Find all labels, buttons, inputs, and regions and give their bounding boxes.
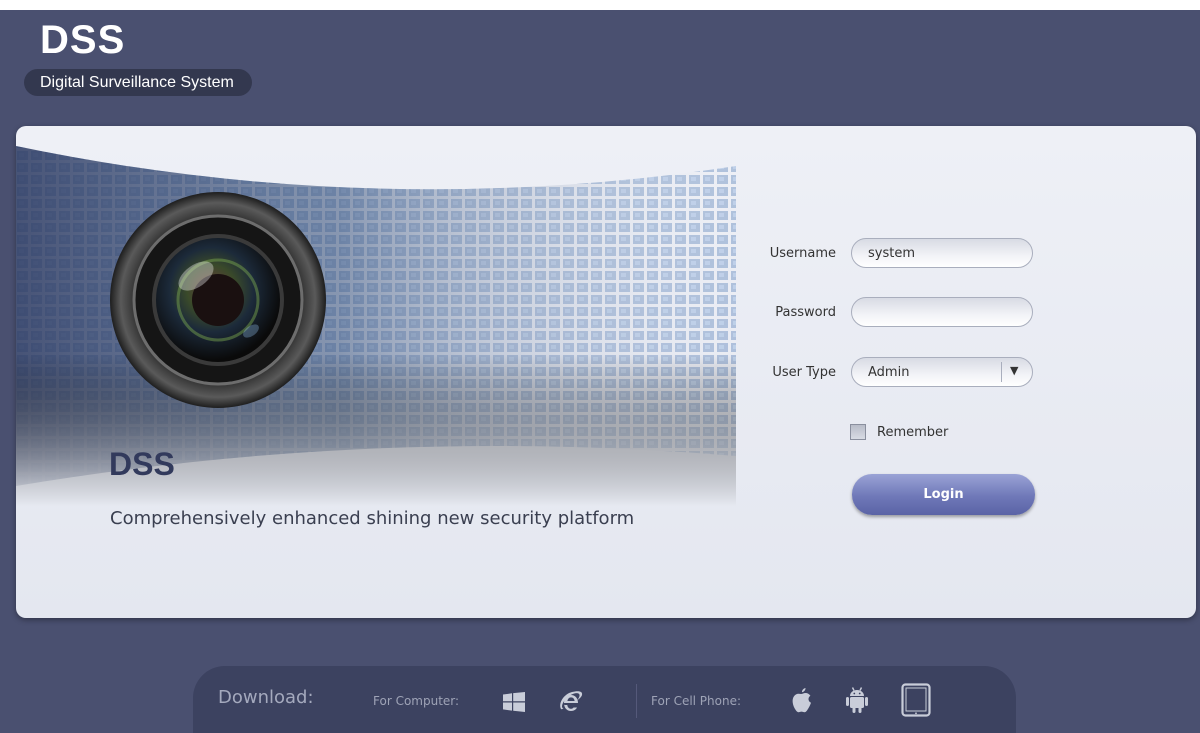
windows-icon[interactable] [503,692,525,712]
for-computer-label: For Computer: [373,694,460,708]
hero-title: DSS [109,446,175,482]
top-strip [0,0,1200,10]
password-label: Password [775,305,836,320]
username-input[interactable] [851,238,1033,268]
login-panel: DSS Comprehensively enhanced shining new… [16,126,1196,618]
user-type-select[interactable]: Admin ▼ [851,357,1033,387]
tablet-icon[interactable] [901,683,931,717]
username-label: Username [769,246,836,261]
for-cell-phone-label: For Cell Phone: [651,694,742,708]
login-button[interactable]: Login [852,474,1035,515]
logo-subtitle: Digital Surveillance System [24,69,252,96]
download-title: Download: [218,687,314,708]
remember-checkbox[interactable] [850,424,866,440]
remember-label[interactable]: Remember [877,425,948,440]
user-type-value: Admin [868,365,910,380]
logo-title: DSS [40,18,126,62]
apple-icon[interactable] [789,686,813,714]
user-type-label: User Type [772,365,836,380]
hero-subtitle: Comprehensively enhanced shining new sec… [110,508,635,529]
password-input[interactable] [851,297,1033,327]
download-separator [636,684,637,718]
download-bar: Download: For Computer: For Cell Phone: [193,666,1016,733]
internet-explorer-icon[interactable] [558,689,584,715]
chevron-down-icon[interactable]: ▼ [1010,364,1018,377]
android-icon[interactable] [844,686,870,714]
select-divider [1001,362,1002,382]
